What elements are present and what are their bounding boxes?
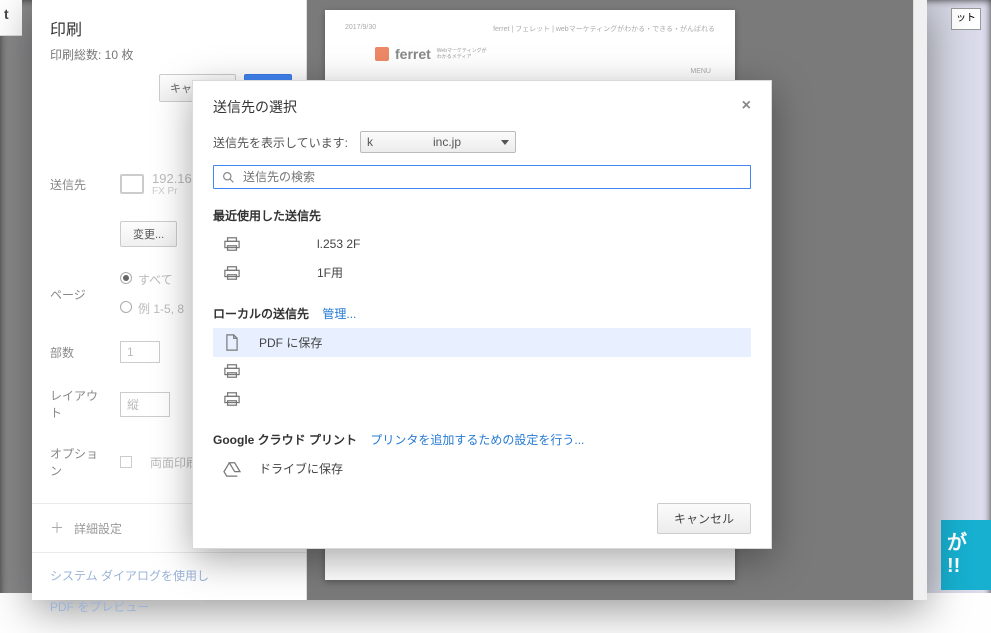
dest-item-drive[interactable]: ドライブに保存: [213, 454, 751, 483]
account-select[interactable]: kxxxxxxxxxxinc.jp: [360, 131, 516, 153]
plus-icon: ＋: [50, 518, 64, 538]
printer-icon: [120, 174, 144, 194]
account-label: 送信先を表示しています:: [213, 134, 348, 151]
preview-scrollbar[interactable]: [913, 0, 927, 600]
gcp-setup-link[interactable]: プリンタを追加するための設定を行う...: [370, 433, 584, 447]
print-total: 印刷総数: 10 枚: [50, 46, 288, 63]
topright-chip: ット: [951, 8, 981, 30]
search-box: [213, 165, 751, 189]
pdf-preview-link[interactable]: PDF をプレビュー: [50, 598, 288, 615]
printer-icon: [223, 265, 241, 281]
change-destination-button[interactable]: 変更...: [120, 221, 177, 247]
printer-icon: [223, 363, 241, 379]
dest-item-recent-1[interactable]: 1F用: [213, 258, 751, 287]
gcp-section-label: Google クラウド プリント プリンタを追加するための設定を行う...: [213, 431, 751, 448]
printer-icon: [223, 236, 241, 252]
modal-title: 送信先の選択: [213, 97, 297, 117]
dest-item-local-2[interactable]: [213, 385, 751, 413]
drive-icon: [223, 461, 241, 477]
search-input[interactable]: [243, 170, 742, 184]
document-icon: [223, 335, 241, 351]
dest-item-recent-0[interactable]: l.253 2F: [213, 230, 751, 258]
system-dialog-link[interactable]: システム ダイアログを使用し: [50, 567, 288, 584]
dest-item-local-1[interactable]: [213, 357, 751, 385]
chevron-down-icon: [501, 140, 509, 145]
pages-range-radio[interactable]: [120, 301, 132, 313]
duplex-checkbox[interactable]: [120, 456, 132, 468]
search-icon: [222, 171, 235, 184]
manage-link[interactable]: 管理...: [322, 307, 356, 321]
recent-section-label: 最近使用した送信先: [213, 207, 751, 224]
copies-input[interactable]: [120, 341, 160, 363]
layout-select[interactable]: 縦: [120, 392, 170, 417]
local-section-label: ローカルの送信先 管理...: [213, 305, 751, 322]
left-edge-fragment: t: [0, 0, 22, 36]
side-banner: が !!: [941, 520, 991, 590]
modal-cancel-button[interactable]: キャンセル: [657, 503, 751, 534]
print-title: 印刷: [50, 16, 288, 40]
close-icon[interactable]: ×: [742, 97, 751, 115]
ferret-logo-icon: [375, 47, 389, 61]
printer-icon: [223, 391, 241, 407]
pages-all-radio[interactable]: [120, 272, 132, 284]
destination-modal: 送信先の選択 × 送信先を表示しています: kxxxxxxxxxxinc.jp …: [192, 80, 772, 549]
dest-item-pdf[interactable]: PDF に保存: [213, 328, 751, 357]
